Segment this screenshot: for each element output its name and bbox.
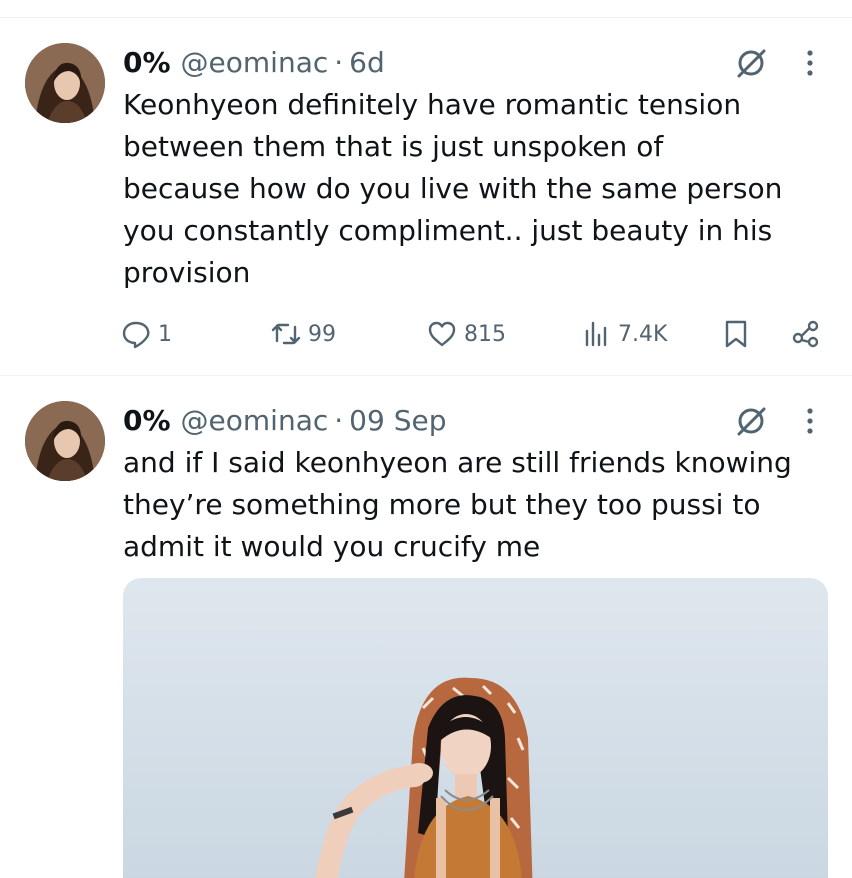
- tweet-text: Keonhyeon definitely have romantic tensi…: [123, 88, 783, 289]
- grok-icon[interactable]: [733, 45, 769, 81]
- author-name[interactable]: 0%: [123, 404, 171, 437]
- like-count: 815: [464, 321, 506, 347]
- reply-icon: [120, 318, 152, 350]
- separator: ·: [334, 403, 344, 437]
- tweet[interactable]: 0% @eominac · 09 Sep and if I said keonh…: [0, 376, 852, 878]
- grok-icon[interactable]: [733, 403, 769, 439]
- more-icon[interactable]: [800, 403, 820, 439]
- author-name[interactable]: 0%: [123, 46, 171, 79]
- views-icon: [580, 318, 612, 350]
- bookmark-button[interactable]: [720, 310, 752, 358]
- author-handle[interactable]: @eominac: [181, 404, 329, 437]
- share-button[interactable]: [790, 310, 822, 358]
- tweet-actions: 1 99 815 7.4K: [0, 310, 852, 358]
- separator: ·: [334, 45, 344, 79]
- author-handle[interactable]: @eominac: [181, 46, 329, 79]
- avatar[interactable]: [25, 43, 105, 123]
- reply-button[interactable]: 1: [120, 310, 172, 358]
- avatar[interactable]: [25, 401, 105, 481]
- timestamp[interactable]: 6d: [349, 46, 385, 79]
- retweet-count: 99: [308, 321, 336, 347]
- tweet[interactable]: 0% @eominac · 6d Keonhyeon definitely ha…: [0, 18, 852, 375]
- reply-count: 1: [158, 321, 172, 347]
- share-icon: [790, 318, 822, 350]
- timestamp[interactable]: 09 Sep: [349, 404, 446, 437]
- retweet-button[interactable]: 99: [270, 310, 336, 358]
- tweet-text: and if I said keonhyeon are still friend…: [123, 446, 792, 563]
- retweet-icon: [270, 318, 302, 350]
- like-icon: [426, 318, 458, 350]
- like-button[interactable]: 815: [426, 310, 506, 358]
- bookmark-icon: [720, 318, 752, 350]
- views-count: 7.4K: [618, 321, 668, 347]
- more-icon[interactable]: [800, 45, 820, 81]
- tweet-media-photo[interactable]: [123, 578, 828, 878]
- tweet-header: 0% @eominac · 09 Sep: [123, 400, 446, 440]
- views-button[interactable]: 7.4K: [580, 310, 667, 358]
- tweet-header: 0% @eominac · 6d: [123, 42, 385, 82]
